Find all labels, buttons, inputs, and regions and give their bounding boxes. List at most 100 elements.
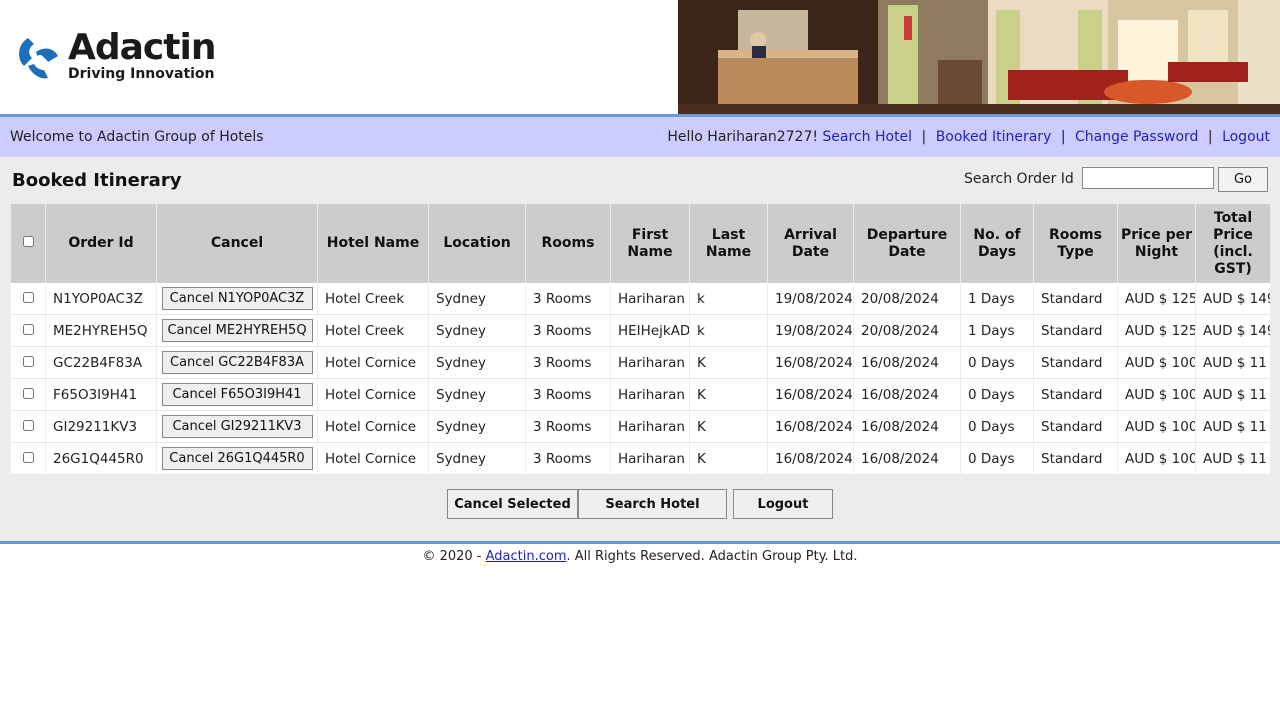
row-checkbox[interactable] bbox=[22, 355, 34, 367]
arrival-date-cell: 16/08/2024 bbox=[768, 411, 853, 443]
adactin-logo: Adactin Driving Innovation bbox=[14, 28, 234, 88]
greeting-text: Hello Hariharan2727! bbox=[667, 129, 818, 145]
table-row: GI29211KV3 Cancel GI29211KV3 Hotel Corni… bbox=[11, 411, 1270, 443]
departure-date-cell: 16/08/2024 bbox=[854, 347, 960, 379]
row-select-cell bbox=[11, 347, 45, 379]
price-per-night-cell: AUD $ 100 bbox=[1118, 443, 1195, 475]
hotel-name-cell: Hotel Cornice bbox=[318, 443, 428, 475]
row-checkbox[interactable] bbox=[22, 323, 34, 335]
departure-date-cell: 16/08/2024 bbox=[854, 411, 960, 443]
footer-rights: . All Rights Reserved. Adactin Group Pty… bbox=[566, 549, 858, 564]
rooms-cell: 3 Rooms bbox=[526, 411, 610, 443]
cancel-order-button[interactable]: Cancel GI29211KV3 bbox=[161, 415, 313, 438]
rooms-cell: 3 Rooms bbox=[526, 315, 610, 347]
first-name-cell: Hariharan bbox=[611, 443, 689, 475]
footer-divider bbox=[0, 541, 1280, 544]
lobby-image bbox=[678, 0, 1280, 114]
order-id-cell: N1YOP0AC3Z bbox=[46, 283, 156, 315]
price-per-night-cell: AUD $ 125 bbox=[1118, 283, 1195, 315]
header-departure-date: Departure Date bbox=[854, 204, 960, 283]
cancel-order-button[interactable]: Cancel 26G1Q445R0 bbox=[161, 447, 313, 470]
total-price-cell: AUD $ 149 bbox=[1196, 315, 1270, 347]
rooms-cell: 3 Rooms bbox=[526, 283, 610, 315]
logout-button[interactable]: Logout bbox=[733, 489, 833, 519]
total-price-cell: AUD $ 149 bbox=[1196, 283, 1270, 315]
table-row: N1YOP0AC3Z Cancel N1YOP0AC3Z Hotel Creek… bbox=[11, 283, 1270, 315]
search-order-id-label: Search Order Id bbox=[964, 171, 1074, 187]
departure-date-cell: 16/08/2024 bbox=[854, 379, 960, 411]
header-first-name: First Name bbox=[611, 204, 689, 283]
main-content: Booked Itinerary Search Order Id Go Orde… bbox=[0, 157, 1280, 541]
cancel-order-button[interactable]: Cancel ME2HYREH5Q bbox=[161, 319, 313, 342]
total-price-cell: AUD $ 11 bbox=[1196, 379, 1270, 411]
arrival-date-cell: 19/08/2024 bbox=[768, 315, 853, 347]
row-checkbox[interactable] bbox=[22, 419, 34, 431]
search-hotel-button[interactable]: Search Hotel bbox=[578, 489, 727, 519]
go-button[interactable]: Go bbox=[1218, 167, 1268, 192]
rooms-cell: 3 Rooms bbox=[526, 379, 610, 411]
nav-change-password-link[interactable]: Change Password bbox=[1075, 129, 1198, 145]
header-location: Location bbox=[429, 204, 525, 283]
cancel-cell: Cancel 26G1Q445R0 bbox=[157, 443, 317, 475]
cancel-order-button[interactable]: Cancel N1YOP0AC3Z bbox=[161, 287, 313, 310]
order-id-cell: ME2HYREH5Q bbox=[46, 315, 156, 347]
row-select-cell bbox=[11, 411, 45, 443]
hotel-name-cell: Hotel Cornice bbox=[318, 411, 428, 443]
cancel-order-button[interactable]: Cancel F65O3I9H41 bbox=[161, 383, 313, 406]
cancel-cell: Cancel N1YOP0AC3Z bbox=[157, 283, 317, 315]
hotel-name-cell: Hotel Creek bbox=[318, 315, 428, 347]
row-select-cell bbox=[11, 379, 45, 411]
nav-separator: | bbox=[1207, 129, 1213, 145]
total-price-cell: AUD $ 11 bbox=[1196, 347, 1270, 379]
hotel-name-cell: Hotel Cornice bbox=[318, 379, 428, 411]
cancel-cell: Cancel GI29211KV3 bbox=[157, 411, 317, 443]
room-type-cell: Standard bbox=[1034, 443, 1117, 475]
last-name-cell: K bbox=[690, 411, 767, 443]
welcome-bar: Welcome to Adactin Group of Hotels Hello… bbox=[0, 117, 1280, 157]
first-name-cell: Hariharan bbox=[611, 379, 689, 411]
departure-date-cell: 20/08/2024 bbox=[854, 283, 960, 315]
header-rooms-type: Rooms Type bbox=[1034, 204, 1117, 283]
row-checkbox[interactable] bbox=[22, 291, 34, 303]
welcome-text: Welcome to Adactin Group of Hotels bbox=[10, 129, 264, 145]
order-id-cell: GI29211KV3 bbox=[46, 411, 156, 443]
table-row: 26G1Q445R0 Cancel 26G1Q445R0 Hotel Corni… bbox=[11, 443, 1270, 475]
arrival-date-cell: 16/08/2024 bbox=[768, 347, 853, 379]
nav-search-hotel-link[interactable]: Search Hotel bbox=[822, 129, 912, 145]
room-type-cell: Standard bbox=[1034, 315, 1117, 347]
footer-adactin-link[interactable]: Adactin.com bbox=[486, 549, 567, 564]
search-order-id-input[interactable] bbox=[1082, 167, 1214, 189]
last-name-cell: K bbox=[690, 347, 767, 379]
nav-booked-itinerary-link[interactable]: Booked Itinerary bbox=[936, 129, 1052, 145]
row-checkbox[interactable] bbox=[22, 451, 34, 463]
days-cell: 0 Days bbox=[961, 379, 1033, 411]
hotel-name-cell: Hotel Creek bbox=[318, 283, 428, 315]
select-all-header bbox=[11, 204, 45, 283]
price-per-night-cell: AUD $ 100 bbox=[1118, 411, 1195, 443]
cancel-cell: Cancel ME2HYREH5Q bbox=[157, 315, 317, 347]
select-all-checkbox[interactable] bbox=[22, 236, 34, 247]
arrival-date-cell: 19/08/2024 bbox=[768, 283, 853, 315]
rooms-cell: 3 Rooms bbox=[526, 443, 610, 475]
departure-date-cell: 16/08/2024 bbox=[854, 443, 960, 475]
room-type-cell: Standard bbox=[1034, 411, 1117, 443]
nav-logout-link[interactable]: Logout bbox=[1222, 129, 1270, 145]
row-select-cell bbox=[11, 443, 45, 475]
cancel-order-button[interactable]: Cancel GC22B4F83A bbox=[161, 351, 313, 374]
price-per-night-cell: AUD $ 125 bbox=[1118, 315, 1195, 347]
order-id-cell: F65O3I9H41 bbox=[46, 379, 156, 411]
cancel-cell: Cancel F65O3I9H41 bbox=[157, 379, 317, 411]
last-name-cell: k bbox=[690, 283, 767, 315]
page-header: Adactin Driving Innovation bbox=[0, 0, 1280, 114]
row-select-cell bbox=[11, 283, 45, 315]
header-total-price: Total Price (incl. GST) bbox=[1196, 204, 1270, 283]
location-cell: Sydney bbox=[429, 379, 525, 411]
header-no-of-days: No. of Days bbox=[961, 204, 1033, 283]
cancel-selected-button[interactable]: Cancel Selected bbox=[447, 489, 578, 519]
itinerary-table: Order Id Cancel Hotel Name Location Room… bbox=[10, 204, 1271, 475]
hotel-lobby-banner bbox=[678, 0, 1280, 114]
header-rooms: Rooms bbox=[526, 204, 610, 283]
row-checkbox[interactable] bbox=[22, 387, 34, 399]
header-arrival-date: Arrival Date bbox=[768, 204, 853, 283]
logo-swirl-icon bbox=[19, 38, 58, 79]
